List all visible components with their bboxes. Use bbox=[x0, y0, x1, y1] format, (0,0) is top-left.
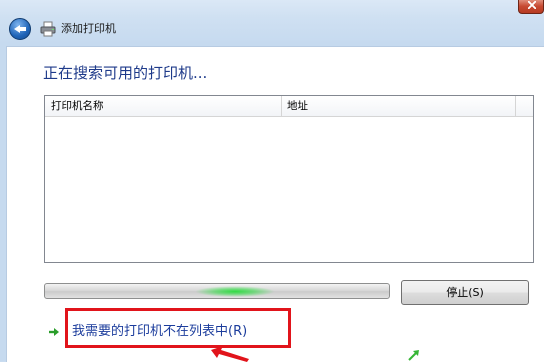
window-title: 添加打印机 bbox=[61, 22, 116, 35]
column-header-address[interactable]: 地址 bbox=[287, 99, 308, 113]
page-heading: 正在搜索可用的打印机... bbox=[43, 64, 208, 82]
add-printer-window: 添加打印机 正在搜索可用的打印机... 打印机名称 地址 停止(S) 我需要的打… bbox=[0, 0, 544, 362]
printer-list[interactable]: 打印机名称 地址 bbox=[44, 95, 534, 263]
column-divider[interactable] bbox=[515, 96, 516, 116]
search-progress-bar bbox=[44, 283, 390, 299]
column-divider[interactable] bbox=[281, 96, 282, 116]
progress-marquee-glow bbox=[195, 286, 275, 297]
red-pointer-arrow-icon bbox=[211, 346, 249, 362]
green-arrow-icon bbox=[49, 328, 59, 336]
back-arrow-icon[interactable] bbox=[9, 18, 31, 40]
close-button[interactable] bbox=[518, 0, 544, 14]
red-highlight-box bbox=[65, 308, 291, 348]
wizard-content: 正在搜索可用的打印机... 打印机名称 地址 停止(S) 我需要的打印机不在列表… bbox=[6, 46, 544, 362]
printer-icon bbox=[40, 21, 56, 37]
column-header-printer-name[interactable]: 打印机名称 bbox=[51, 99, 104, 113]
printer-list-header: 打印机名称 地址 bbox=[45, 96, 533, 117]
green-arrow-icon bbox=[408, 350, 419, 361]
stop-button[interactable]: 停止(S) bbox=[401, 280, 529, 305]
